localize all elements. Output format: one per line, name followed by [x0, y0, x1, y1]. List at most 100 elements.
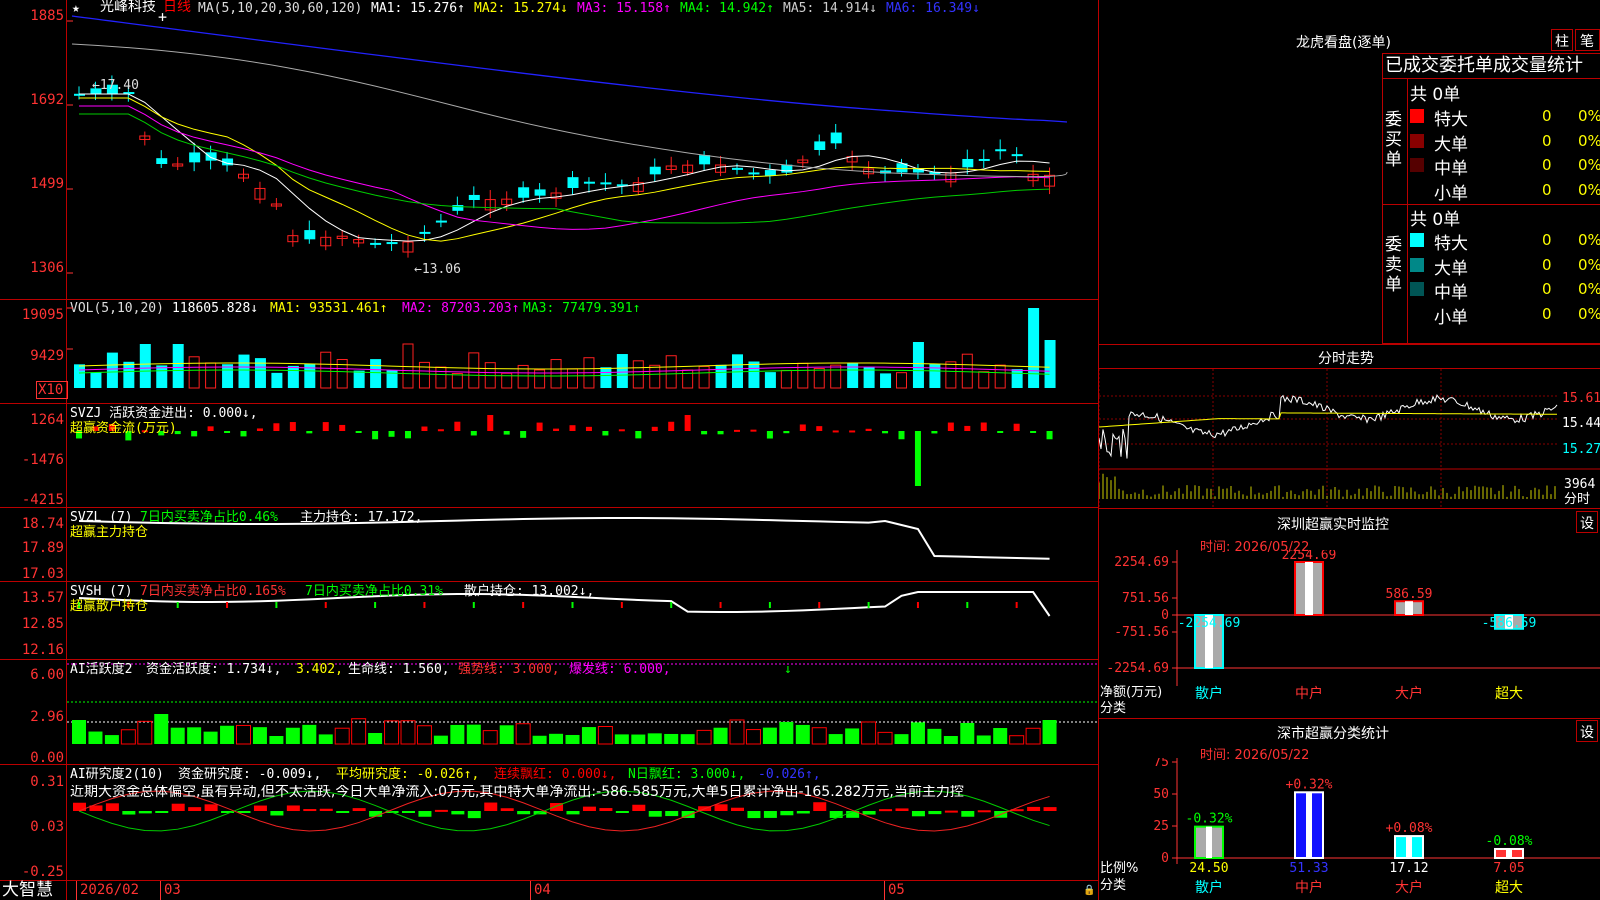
flow-bar: [224, 431, 231, 433]
stats-header: 已成交委托单成交量统计: [1385, 55, 1583, 76]
order-percent: 0%: [1578, 131, 1600, 150]
monitor-border: [1099, 508, 1600, 509]
volume-bar: [172, 344, 184, 388]
flow-bar: [1030, 431, 1037, 433]
order-type-label: 特大: [1434, 234, 1468, 254]
class-chart[interactable]: 75 50 25 0 -0.32% 24.50 散户 +0.32% 51.33 中户 +0.08% 1…: [1099, 758, 1600, 900]
price-line: [1099, 394, 1558, 459]
volume-bar: [74, 364, 85, 388]
svsh-head: SVSH (7): [70, 584, 133, 599]
svzj-line2: 超赢资金流(万元): [70, 421, 177, 436]
order-count: 0: [1542, 107, 1552, 125]
activity-bar: [137, 720, 153, 745]
ai-burst: 爆发线: 6.000,: [569, 662, 671, 677]
monitor-bar-label: 2254.69: [1282, 550, 1337, 563]
candle: [962, 158, 974, 168]
svzj-ytick: 1264: [30, 412, 64, 428]
order-type-label: 大单: [1434, 134, 1468, 155]
svsh-ytick: 13.57: [21, 590, 64, 606]
flow-bar: [964, 425, 971, 431]
research-bar: [188, 807, 202, 811]
tick-mode-button[interactable]: 笔: [1580, 31, 1594, 51]
activity-bar: [729, 719, 745, 745]
candle: [567, 177, 579, 188]
period-label[interactable]: 日线: [163, 0, 191, 15]
color-swatch: [1410, 109, 1424, 123]
activity-bar: [334, 727, 350, 745]
intraday-chart[interactable]: [1099, 369, 1600, 508]
research-bar: [303, 809, 317, 812]
research-bar: [138, 811, 152, 814]
class-settings-button[interactable]: 设: [1580, 722, 1594, 742]
order-count: 0: [1542, 304, 1552, 323]
volume-bar: [370, 359, 382, 388]
activity-bar: [779, 721, 794, 744]
activity-bar: [861, 721, 877, 745]
flow-bar: [1013, 423, 1020, 431]
research-bar: [813, 802, 827, 811]
column-mode-button[interactable]: 柱: [1555, 31, 1569, 51]
candle: [156, 158, 168, 164]
monitor-category: 大户: [1395, 685, 1423, 702]
volume-bar: [813, 367, 825, 389]
volume-chart[interactable]: [67, 300, 1098, 403]
class-bar-highlight: [1406, 836, 1412, 858]
activity-bar: [416, 725, 432, 745]
volume-bar: [880, 373, 892, 388]
research-bar: [731, 807, 744, 811]
activity-bar: [1025, 727, 1041, 745]
activity-bar: [72, 720, 86, 744]
class-category: 大户: [1395, 879, 1423, 896]
class-border: [1099, 718, 1600, 719]
ma5-line: [71, 43, 1068, 178]
color-swatch: [1410, 257, 1424, 272]
color-swatch: [1410, 133, 1424, 148]
order-type-label: 小单: [1434, 183, 1468, 204]
activity-bar: [565, 734, 580, 744]
activity-bar: [532, 735, 547, 744]
research-bar: [944, 810, 958, 813]
candle: [419, 231, 431, 234]
order-count: 0: [1542, 280, 1552, 298]
research-bar: [1043, 807, 1057, 811]
candle: [583, 181, 595, 184]
flow-bar: [388, 431, 395, 437]
activity-bar: [1009, 735, 1025, 745]
class-change-label: +0.32%: [1286, 777, 1333, 792]
svsh-ratio1: 7日内买卖净占比0.165%: [140, 584, 286, 599]
lock-icon[interactable]: 🔒: [1083, 883, 1095, 898]
monitor-chart[interactable]: 2254.69 751.56 0 -751.56 -2254.69 -2254.69 散户 2…: [1099, 550, 1600, 722]
volume-bar: [123, 361, 135, 388]
ai-research-chart[interactable]: [67, 765, 1098, 880]
dragon-title: 龙虎看盘(逐单): [1296, 35, 1391, 51]
main-ytick: 1692: [30, 92, 64, 108]
candle: [468, 194, 480, 200]
activity-bar: [433, 735, 448, 744]
kline-chart[interactable]: [67, 14, 1098, 299]
research-bar: [796, 811, 810, 814]
volume-bar: [287, 365, 299, 388]
monitor-bar-highlight: [1405, 601, 1413, 615]
candle: [649, 166, 661, 175]
research-bar: [928, 811, 942, 815]
flow-bar: [914, 431, 921, 486]
activity-bar: [450, 724, 465, 744]
monitor-settings-button[interactable]: 设: [1580, 513, 1594, 533]
research-bar: [879, 809, 893, 812]
main-ytick: 1885: [30, 8, 64, 24]
research-bar: [582, 806, 596, 811]
svzj-ytick: -4215: [21, 492, 64, 508]
monitor-bar-label: 586.59: [1386, 587, 1433, 602]
flow-bar: [651, 426, 658, 431]
main-ytick: 1306: [30, 260, 64, 276]
order-count: 0: [1542, 180, 1552, 199]
flow-bar: [997, 431, 1004, 433]
monitor-ytick: 2254.69: [1114, 555, 1169, 570]
activity-bar: [120, 729, 136, 745]
research-bar: [155, 811, 169, 813]
class-category: 散户: [1195, 879, 1223, 896]
activity-bar: [384, 720, 400, 745]
monitor-category: 超大: [1495, 686, 1523, 702]
flow-bar: [701, 431, 708, 435]
volume-bar: [748, 361, 760, 388]
